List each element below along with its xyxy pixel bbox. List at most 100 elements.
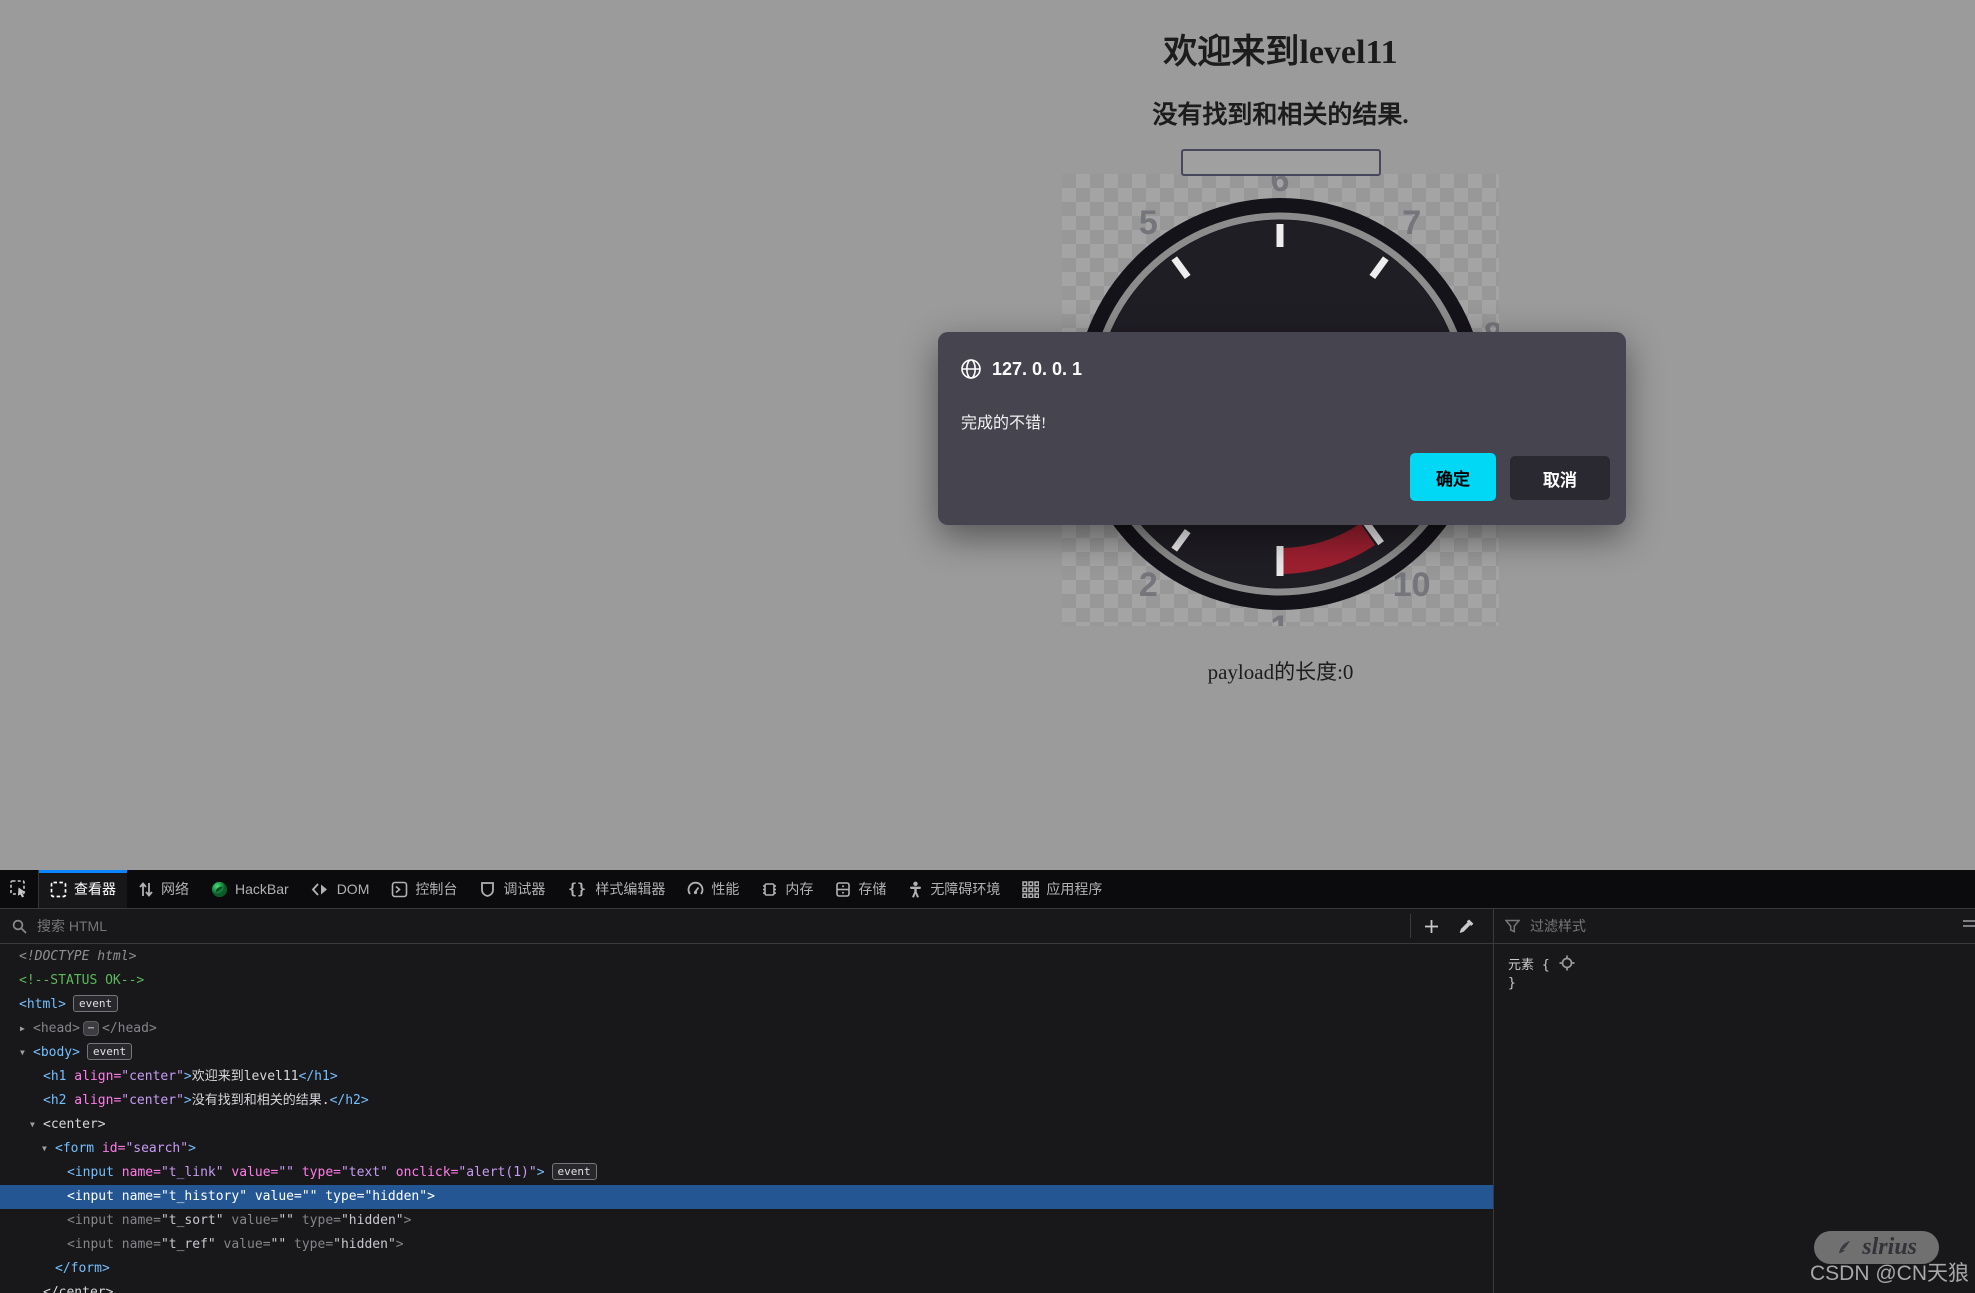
code-token: type= bbox=[317, 1189, 364, 1204]
tab-label: 无障碍环境 bbox=[930, 879, 1000, 899]
tree-node[interactable]: <input name="t_sort" value="" type="hidd… bbox=[0, 1209, 1493, 1233]
code-token: </form> bbox=[55, 1261, 110, 1276]
rule-close-brace: } bbox=[1508, 973, 1975, 993]
markup-tree: <!DOCTYPE html> <!--STATUS OK--> <html> eve… bbox=[0, 945, 1493, 1293]
code-token: <html> bbox=[19, 997, 66, 1012]
tab-storage[interactable]: 存储 bbox=[824, 870, 897, 908]
watermark: slrius CSDN @CN天狼 bbox=[1810, 1231, 1969, 1287]
tree-node[interactable]: </form> bbox=[0, 1257, 1493, 1281]
tab-console[interactable]: 控制台 bbox=[380, 870, 468, 908]
tab-accessibility[interactable]: 无障碍环境 bbox=[897, 870, 1011, 908]
tab-label: 应用程序 bbox=[1046, 879, 1102, 899]
code-token: align= bbox=[66, 1093, 121, 1108]
expand-arrow[interactable]: ▶ bbox=[20, 1017, 25, 1041]
style-filter bbox=[1505, 909, 1912, 943]
toolbar-separator bbox=[1410, 914, 1411, 938]
inspector-icon bbox=[50, 881, 67, 898]
tab-network[interactable]: 网络 bbox=[127, 870, 200, 908]
tree-node[interactable]: <html> event bbox=[0, 993, 1493, 1017]
code-token: <input bbox=[67, 1189, 114, 1204]
debugger-icon bbox=[479, 881, 496, 898]
code-token: "hidden" bbox=[341, 1213, 404, 1228]
devtools-panel: 查看器 网络 HackBarDOM 控制台 调试器 {}样式编辑器 性能 内存存储 无障碍环境 应… bbox=[0, 870, 1975, 1293]
code-token: <h1 bbox=[43, 1069, 66, 1084]
tree-node[interactable]: <input name="t_history" value="" type="h… bbox=[0, 1185, 1493, 1209]
alert-origin-text: 127. 0. 0. 1 bbox=[992, 359, 1082, 380]
pick-element-button[interactable] bbox=[0, 870, 39, 908]
tab-performance[interactable]: 性能 bbox=[676, 870, 750, 908]
code-token: name= bbox=[114, 1213, 161, 1228]
tab-label: 控制台 bbox=[415, 879, 457, 899]
tree-node[interactable]: ▼<form id="search"> bbox=[0, 1137, 1493, 1161]
accessibility-icon bbox=[908, 881, 923, 898]
clock-number: 2 bbox=[1139, 566, 1158, 604]
code-token: <center> bbox=[43, 1117, 106, 1132]
tree-node[interactable]: <input name="t_ref" value="" type="hidde… bbox=[0, 1233, 1493, 1257]
code-token: <h2 bbox=[43, 1093, 66, 1108]
code-token: "t_link" bbox=[161, 1165, 224, 1180]
payload-length-text: payload的长度:0 bbox=[862, 656, 1699, 686]
alert-message: 完成的不错! bbox=[961, 409, 1046, 433]
event-badge[interactable]: event bbox=[87, 1043, 132, 1060]
event-badge[interactable]: event bbox=[552, 1163, 597, 1180]
plus-icon bbox=[1424, 919, 1439, 934]
code-token: "" bbox=[278, 1213, 294, 1228]
code-token: value= bbox=[247, 1189, 302, 1204]
alert-cancel-button[interactable]: 取消 bbox=[1510, 456, 1610, 500]
code-token: "" bbox=[302, 1189, 318, 1204]
filter-funnel-icon bbox=[1505, 919, 1520, 933]
tab-label: 网络 bbox=[161, 879, 189, 899]
tree-node[interactable]: <!--STATUS OK--> bbox=[0, 969, 1493, 993]
event-badge[interactable]: event bbox=[73, 995, 118, 1012]
alert-dialog: 127. 0. 0. 1 完成的不错! 确定 取消 bbox=[938, 332, 1626, 525]
tab-style-editor[interactable]: {}样式编辑器 bbox=[556, 870, 676, 908]
code-token: </center> bbox=[43, 1285, 113, 1293]
code-token: > bbox=[537, 1165, 545, 1180]
tab-label: 性能 bbox=[711, 879, 739, 899]
tree-node[interactable]: ▼ <center> bbox=[0, 1113, 1493, 1137]
page-subtitle: 没有找到和相关的结果. bbox=[862, 95, 1699, 131]
clock-number: 1 bbox=[1271, 609, 1290, 626]
tab-label: 查看器 bbox=[74, 879, 116, 899]
code-token: id= bbox=[94, 1141, 125, 1156]
expand-arrow[interactable]: ▼ bbox=[20, 1041, 25, 1065]
tree-node[interactable]: <input name="t_link" value="" type="text… bbox=[0, 1161, 1493, 1185]
style-filter-input[interactable] bbox=[1528, 917, 1912, 935]
markup-search bbox=[12, 909, 1319, 943]
tab-label: 调试器 bbox=[503, 879, 545, 899]
code-token: > bbox=[184, 1093, 192, 1108]
markup-search-input[interactable] bbox=[35, 917, 1319, 935]
collapsed-content-badge[interactable]: ⋯ bbox=[83, 1021, 99, 1036]
tree-node[interactable]: </center> bbox=[0, 1281, 1493, 1293]
expand-arrow[interactable]: ▼ bbox=[42, 1137, 47, 1161]
toolbar-overflow-icon[interactable] bbox=[1963, 918, 1975, 932]
tree-node[interactable]: <h2 align="center">没有找到和相关的结果.</h2> bbox=[0, 1089, 1493, 1113]
code-token: type= bbox=[294, 1213, 341, 1228]
alert-ok-button[interactable]: 确定 bbox=[1410, 453, 1496, 501]
tree-node[interactable]: ▶<head>⋯</head> bbox=[0, 1017, 1493, 1041]
code-token: <!DOCTYPE html> bbox=[19, 949, 136, 964]
eyedropper-icon bbox=[1458, 918, 1475, 935]
tab-dom[interactable]: DOM bbox=[300, 870, 381, 908]
highlight-target-icon[interactable] bbox=[1559, 955, 1575, 971]
globe-icon bbox=[960, 358, 982, 380]
code-token: value= bbox=[216, 1237, 271, 1252]
tab-inspector[interactable]: 查看器 bbox=[39, 870, 127, 908]
add-rule-button[interactable] bbox=[1424, 909, 1439, 943]
tab-memory[interactable]: 内存 bbox=[750, 870, 824, 908]
code-token: <form bbox=[55, 1141, 94, 1156]
color-picker-button[interactable] bbox=[1458, 909, 1475, 943]
code-token: name= bbox=[114, 1237, 161, 1252]
tree-node[interactable]: ▼<body>event bbox=[0, 1041, 1493, 1065]
search-text-input[interactable] bbox=[1181, 149, 1381, 176]
tree-node[interactable]: <!DOCTYPE html> bbox=[0, 945, 1493, 969]
tree-node[interactable]: <h1 align="center">欢迎来到level11</h1> bbox=[0, 1065, 1493, 1089]
tab-debugger[interactable]: 调试器 bbox=[468, 870, 556, 908]
panel-divider[interactable] bbox=[1493, 908, 1494, 1293]
expand-arrow[interactable]: ▼ bbox=[30, 1113, 35, 1137]
tab-application[interactable]: 应用程序 bbox=[1011, 870, 1113, 908]
watermark-logo-icon bbox=[1836, 1239, 1853, 1256]
tab-hackbar[interactable]: HackBar bbox=[200, 870, 300, 908]
storage-icon bbox=[835, 881, 851, 898]
tab-label: 内存 bbox=[785, 879, 813, 899]
